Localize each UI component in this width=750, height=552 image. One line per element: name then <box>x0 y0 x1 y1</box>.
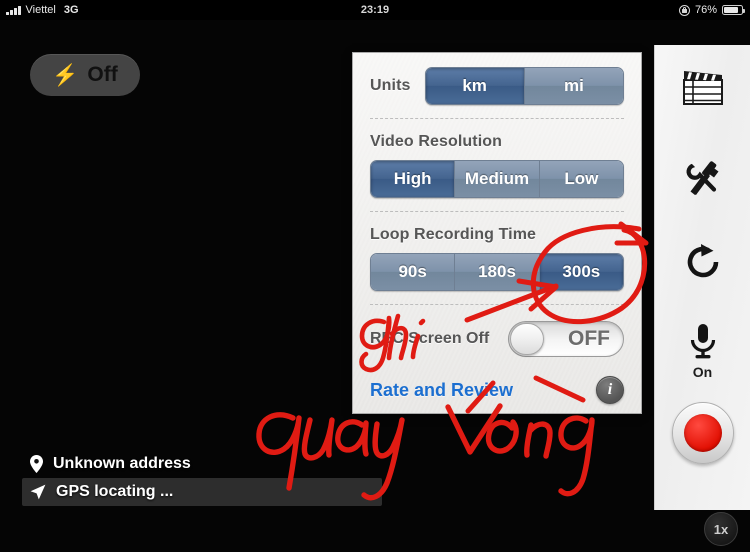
units-option-km[interactable]: km <box>425 68 524 104</box>
zoom-level-button[interactable]: 1x <box>704 512 738 546</box>
status-bar-right: 76% <box>678 0 746 20</box>
loop-recording-time-section: Loop Recording Time 90s 180s 300s <box>370 212 624 305</box>
status-bar: Viettel 3G 23:19 76% <box>0 0 750 20</box>
status-bar-clock: 23:19 <box>360 4 390 16</box>
rec-screen-off-row: REC Screen Off OFF <box>370 321 624 357</box>
settings-panel: Units km mi Video Resolution High Medium… <box>352 52 642 414</box>
lightning-bolt-icon: ⚡ <box>52 63 79 87</box>
battery-percent: 76% <box>694 4 717 16</box>
rate-and-review-link[interactable]: Rate and Review <box>370 380 513 401</box>
address-text: Unknown address <box>53 455 191 472</box>
rotate-icon <box>687 244 718 278</box>
divider-loop-recording <box>370 304 624 305</box>
info-icon[interactable]: i <box>596 376 624 404</box>
gallery-button[interactable] <box>655 67 750 107</box>
rate-and-review-row: Rate and Review i <box>370 376 624 404</box>
loop-recording-time-label: Loop Recording Time <box>370 226 537 243</box>
rec-screen-off-label: REC Screen Off <box>370 330 490 347</box>
video-resolution-label: Video Resolution <box>370 133 502 150</box>
units-option-mi[interactable]: mi <box>523 68 623 104</box>
loop-recording-time-segmented-control[interactable]: 90s 180s 300s <box>370 253 624 291</box>
right-toolbar: On <box>654 45 750 510</box>
record-dot <box>683 414 722 452</box>
video-resolution-segmented-control[interactable]: High Medium Low <box>370 160 624 198</box>
units-section: Units km mi <box>370 53 624 119</box>
units-segmented-control[interactable]: km mi <box>424 67 624 105</box>
loop-option-180s[interactable]: 180s <box>454 254 539 290</box>
location-info-block: Unknown address GPS locating ... <box>22 450 382 506</box>
microphone-button[interactable]: On <box>655 321 750 380</box>
units-label: Units <box>370 77 411 94</box>
video-resolution-option-medium[interactable]: Medium <box>454 161 539 197</box>
map-pin-icon <box>30 455 43 473</box>
flash-toggle-button[interactable]: ⚡ Off <box>30 54 140 96</box>
microphone-icon <box>690 324 715 359</box>
rec-screen-off-state: OFF <box>568 327 610 350</box>
battery-icon <box>722 5 746 15</box>
gps-status-line: GPS locating ... <box>22 478 382 506</box>
video-resolution-section: Video Resolution High Medium Low <box>370 119 624 212</box>
video-resolution-option-low[interactable]: Low <box>538 161 623 197</box>
toggle-knob <box>510 323 544 355</box>
record-button[interactable] <box>655 402 750 464</box>
tools-icon <box>686 159 718 195</box>
loop-option-90s[interactable]: 90s <box>371 254 455 290</box>
video-resolution-option-high[interactable]: High <box>371 161 455 197</box>
clapperboard-icon <box>682 71 723 105</box>
loop-option-300s[interactable]: 300s <box>538 254 623 290</box>
rotate-camera-button[interactable] <box>655 241 750 283</box>
navigation-arrow-icon <box>30 484 46 500</box>
microphone-state-label: On <box>692 364 713 380</box>
gps-status-text: GPS locating ... <box>56 483 174 500</box>
address-line: Unknown address <box>22 450 382 478</box>
record-button-icon[interactable] <box>671 402 734 464</box>
rotation-lock-icon <box>678 4 690 16</box>
settings-tools-button[interactable] <box>655 155 750 197</box>
flash-state-label: Off <box>87 63 118 86</box>
rec-screen-off-toggle[interactable]: OFF <box>508 321 624 357</box>
